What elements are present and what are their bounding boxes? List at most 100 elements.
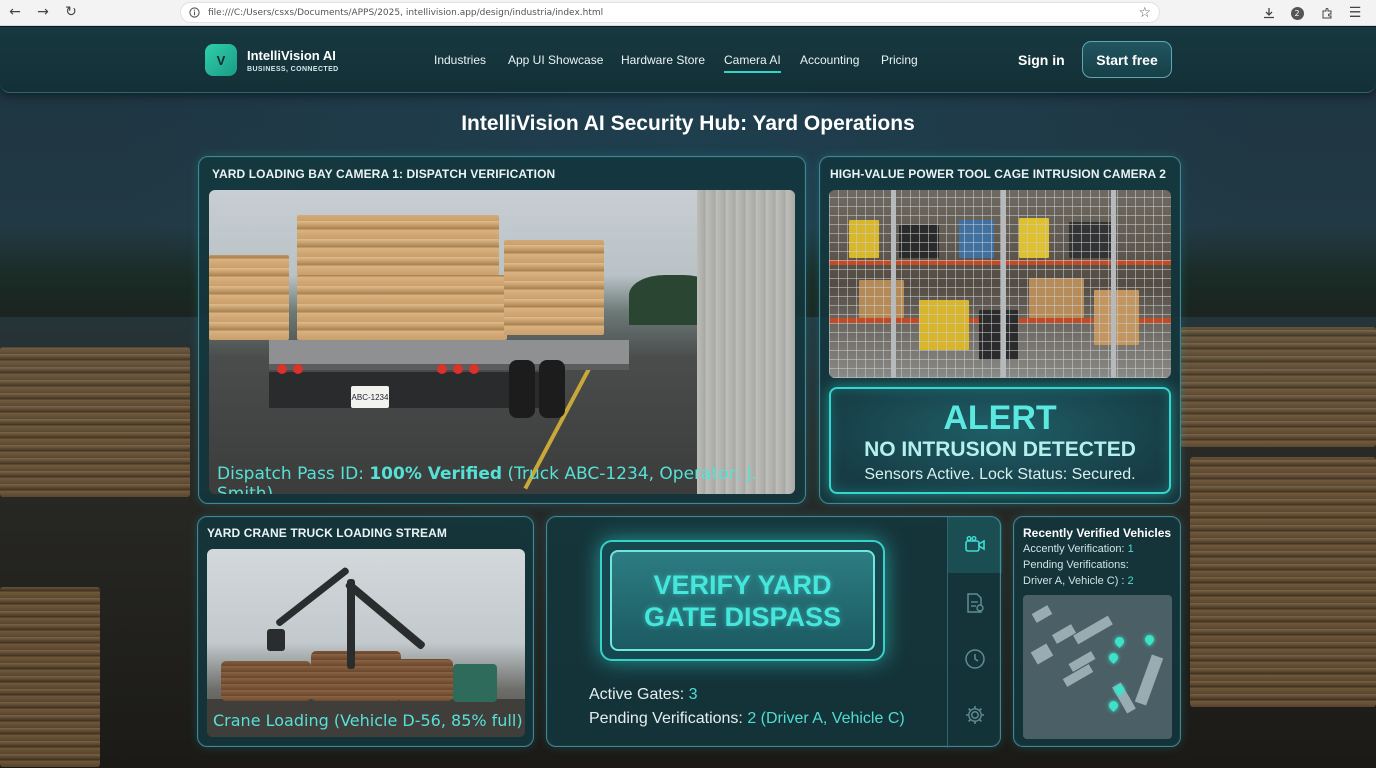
camera3-title: YARD CRANE TRUCK LOADING STREAM — [207, 526, 447, 540]
camera1-truck-wheel — [509, 360, 535, 418]
intrusion-alert-box: ALERT NO INTRUSION DETECTED Sensors Acti… — [829, 387, 1171, 494]
recent-verification-count: Accently Verification: 1 — [1023, 543, 1134, 555]
camera1-lumber-load — [297, 215, 397, 275]
address-bar[interactable]: file:///C:/Users/csxs/Documents/APPS/202… — [180, 2, 1160, 23]
pending-verifications-line: Pending Verifications: 2 (Driver A, Vehi… — [589, 710, 905, 728]
recent-vehicles-panel: Recently Verified Vehicles Accently Veri… — [1013, 516, 1181, 747]
site-info-icon[interactable] — [189, 7, 200, 18]
map-vehicle-pin[interactable] — [1107, 651, 1120, 664]
recent-pending-detail-value: 2 — [1127, 575, 1134, 587]
top-navigation: V IntelliVision AI BUSINESS, CONNECTED I… — [0, 27, 1376, 93]
nav-pricing[interactable]: Pricing — [881, 53, 918, 67]
camera3-caption: Crane Loading (Vehicle D-56, 85% full) — [213, 711, 523, 730]
camera1-caption: Dispatch Pass ID: 100% Verified (Truck A… — [217, 464, 795, 494]
background-lumber-stack — [1180, 327, 1376, 447]
browser-toolbar: ← → ↻ file:///C:/Users/csxs/Documents/AP… — [0, 0, 1376, 26]
rail-camera-button[interactable] — [948, 517, 1002, 573]
map-building — [1031, 605, 1053, 623]
start-free-button[interactable]: Start free — [1082, 41, 1172, 78]
url-text[interactable]: file:///C:/Users/csxs/Documents/APPS/202… — [208, 8, 603, 18]
alert-title: ALERT — [943, 399, 1057, 437]
dispatch-caption-prefix: Dispatch Pass ID: — [217, 464, 370, 484]
camera3-feed[interactable]: Crane Loading (Vehicle D-56, 85% full) — [207, 549, 525, 737]
camera1-tail-light — [293, 364, 303, 374]
extensions-icon[interactable] — [1318, 4, 1336, 22]
background-lumber-stack — [0, 587, 100, 767]
back-icon[interactable]: ← — [6, 3, 24, 21]
camera-icon — [965, 536, 985, 552]
rail-settings-button[interactable] — [948, 687, 1002, 743]
camera1-warehouse-wall — [697, 190, 795, 494]
recent-pending-label: Pending Verifications: — [1023, 559, 1129, 571]
recent-pending-detail: Driver A, Vehicle C) : 2 — [1023, 575, 1134, 587]
bookmark-star-icon[interactable]: ☆ — [1138, 4, 1151, 21]
page-title: IntelliVision AI Security Hub: Yard Oper… — [461, 112, 915, 135]
camera1-feed[interactable]: ABC-1234 Dispatch Pass ID: 100% Verified… — [209, 190, 795, 494]
camera2-panel: HIGH-VALUE POWER TOOL CAGE INTRUSION CAM… — [819, 156, 1181, 504]
download-icon[interactable] — [1260, 4, 1278, 22]
camera3-grapple — [267, 629, 285, 651]
camera2-cage-mesh — [829, 190, 1171, 378]
camera1-tail-light — [437, 364, 447, 374]
camera3-crane-mast — [347, 579, 355, 669]
pending-verifications-label: Pending Verifications: — [589, 710, 748, 727]
camera1-license-plate: ABC-1234 — [351, 386, 389, 408]
map-vehicle-pin[interactable] — [1113, 635, 1126, 648]
nav-camera-ai[interactable]: Camera AI — [724, 53, 781, 73]
camera1-trailer-rear — [269, 372, 549, 408]
camera3-log-pile — [221, 661, 311, 701]
profile-icon[interactable]: 2 — [1288, 4, 1306, 22]
yard-map[interactable] — [1023, 595, 1172, 739]
verify-button-line2: GATE DISPASS — [643, 601, 842, 632]
camera1-tail-light — [277, 364, 287, 374]
brand-name[interactable]: IntelliVision AI — [247, 48, 336, 63]
camera1-lumber-load — [504, 240, 604, 335]
camera1-title: YARD LOADING BAY CAMERA 1: DISPATCH VERI… — [212, 167, 556, 181]
active-gates-line: Active Gates: 3 — [589, 686, 698, 704]
clock-icon — [965, 649, 985, 669]
nav-hardware-store[interactable]: Hardware Store — [621, 53, 705, 67]
verify-button-line1: VERIFY YARD — [653, 569, 832, 600]
verify-yard-gate-button[interactable]: VERIFY YARD GATE DISPASS — [610, 550, 875, 651]
map-building — [1030, 643, 1054, 665]
alert-status-headline: NO INTRUSION DETECTED — [864, 438, 1136, 461]
recent-vehicles-title: Recently Verified Vehicles — [1023, 526, 1172, 540]
rail-document-button[interactable] — [948, 575, 1002, 631]
active-gates-value: 3 — [688, 686, 698, 703]
recent-pending-detail-label: Driver A, Vehicle C) : — [1023, 575, 1128, 587]
camera2-feed[interactable] — [829, 190, 1171, 378]
camera3-crane-boom — [344, 579, 427, 651]
rail-history-button[interactable] — [948, 631, 1002, 687]
recent-verification-label: Accently Verification: — [1023, 543, 1128, 555]
camera1-tail-light — [469, 364, 479, 374]
nav-app-ui-showcase[interactable]: App UI Showcase — [508, 53, 603, 67]
menu-icon[interactable]: ☰ — [1346, 4, 1364, 22]
map-vehicle-pin[interactable] — [1143, 633, 1156, 646]
camera2-cage-post — [1111, 190, 1116, 378]
nav-accounting[interactable]: Accounting — [800, 53, 859, 67]
nav-industries[interactable]: Industries — [434, 53, 486, 67]
camera3-truck-cab — [453, 664, 497, 702]
camera3-log-pile — [311, 651, 401, 701]
camera1-lumber-load — [297, 275, 507, 340]
background-lumber-stack — [1190, 457, 1376, 707]
verify-panel: VERIFY YARD GATE DISPASS Active Gates: 3… — [546, 516, 1002, 748]
brand-logo[interactable]: V — [205, 44, 237, 76]
sign-in-link[interactable]: Sign in — [1018, 52, 1065, 68]
camera1-trailer-deck — [269, 340, 629, 370]
reload-icon[interactable]: ↻ — [62, 3, 80, 21]
forward-icon[interactable]: → — [34, 3, 52, 21]
camera2-cage-post — [1001, 190, 1006, 378]
active-gates-label: Active Gates: — [589, 686, 689, 703]
brand-tagline: BUSINESS, CONNECTED — [247, 66, 339, 73]
camera1-tail-light — [453, 364, 463, 374]
page: V IntelliVision AI BUSINESS, CONNECTED I… — [0, 27, 1376, 768]
camera3-crane-arm — [274, 566, 351, 628]
action-rail — [947, 517, 1002, 748]
camera1-truck-wheel — [539, 360, 565, 418]
camera2-title: HIGH-VALUE POWER TOOL CAGE INTRUSION CAM… — [830, 167, 1167, 181]
gear-icon — [966, 706, 984, 724]
camera1-lumber-stack — [209, 255, 289, 340]
map-vehicle-pin[interactable] — [1107, 699, 1120, 712]
camera3-log-pile — [397, 659, 453, 701]
